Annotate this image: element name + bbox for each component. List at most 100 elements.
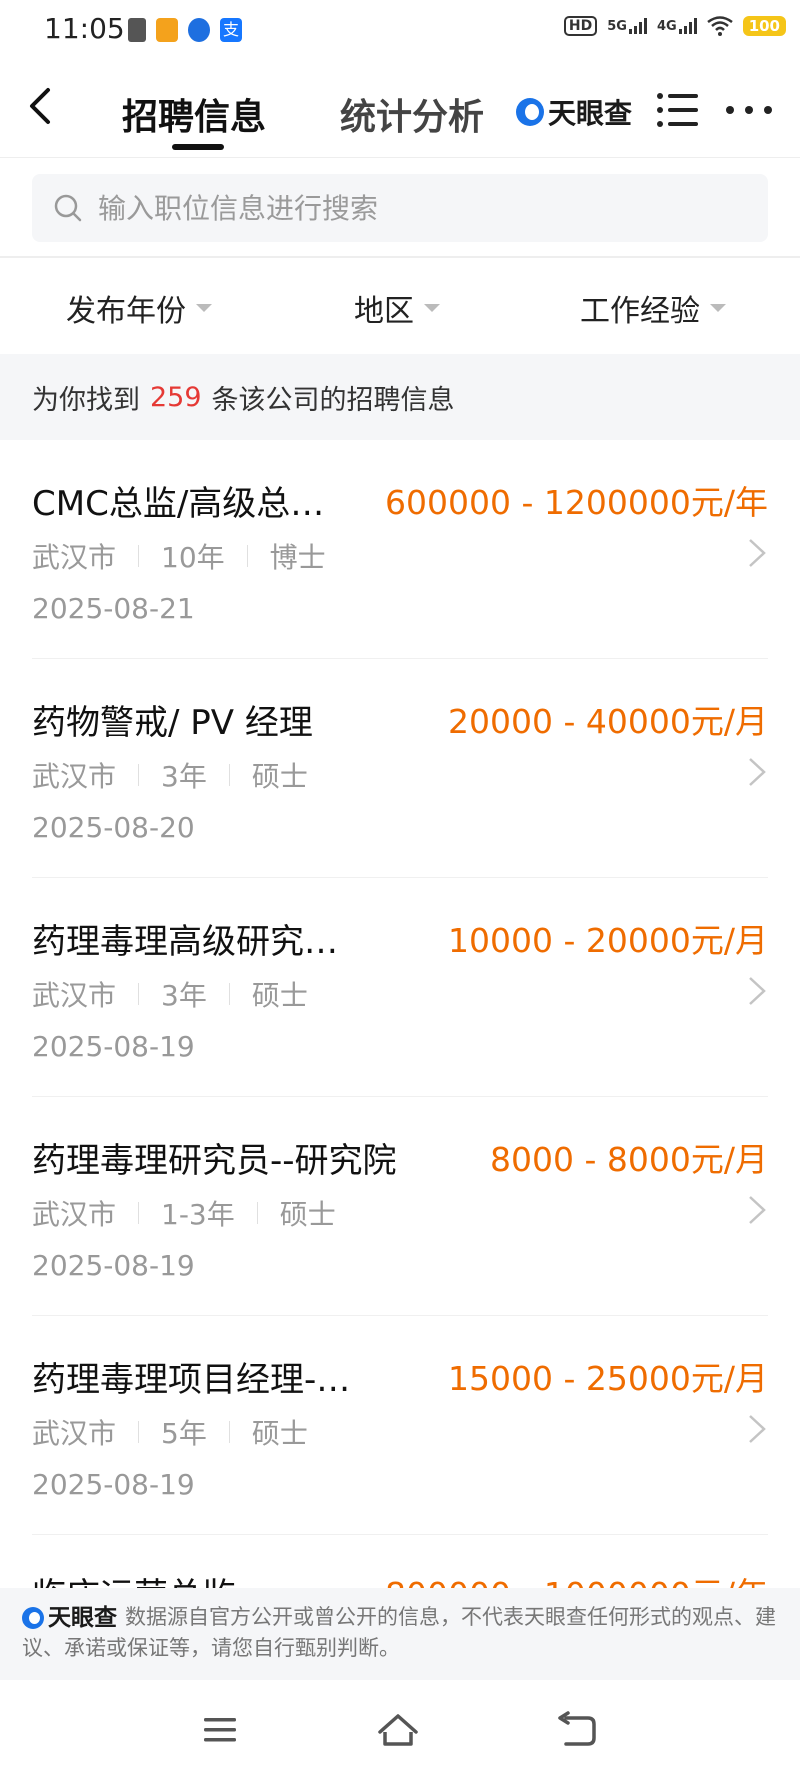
recent-apps-icon[interactable] xyxy=(198,1710,242,1750)
search-icon xyxy=(54,194,82,222)
job-title: 药理毒理研究员--研究院 xyxy=(32,1141,397,1181)
job-salary: 8000 - 8000元/月 xyxy=(490,1140,768,1179)
job-item[interactable]: 药理毒理高级研究员… 10000 - 20000元/月 武汉市 3年 硕士 20… xyxy=(32,878,768,1097)
meta-separator xyxy=(228,764,230,786)
dropdown-triangle-icon xyxy=(196,304,212,312)
dropdown-triangle-icon xyxy=(424,304,440,312)
chevron-right-icon xyxy=(749,1415,766,1443)
signal-5g: 5G xyxy=(607,18,647,34)
job-date: 2025-08-20 xyxy=(32,811,195,844)
chevron-right-icon xyxy=(749,539,766,567)
job-city: 武汉市 xyxy=(32,979,117,1012)
count-prefix: 为你找到 xyxy=(32,384,140,416)
network-type-5g: 5G xyxy=(607,19,627,34)
network-type-4g: 4G xyxy=(656,19,677,34)
meta-separator xyxy=(228,983,230,1005)
job-salary: 20000 - 40000元/月 xyxy=(448,702,768,741)
job-date: 2025-08-21 xyxy=(32,592,195,625)
job-degree: 博士 xyxy=(269,541,326,574)
count-number: 259 xyxy=(150,381,202,413)
status-bar: 11:05 支 HD 5G 4G 100 xyxy=(0,0,800,62)
job-meta: 武汉市 3年 硕士 xyxy=(32,755,308,795)
active-tab-indicator xyxy=(172,144,224,150)
job-city: 武汉市 xyxy=(32,1417,117,1450)
job-meta: 武汉市 5年 硕士 xyxy=(32,1412,308,1452)
meta-separator xyxy=(138,1421,140,1443)
search-bar[interactable] xyxy=(32,174,768,242)
job-salary: 15000 - 25000元/月 xyxy=(448,1359,768,1398)
back-arrow-icon[interactable] xyxy=(26,86,56,126)
job-salary: 10000 - 20000元/月 xyxy=(448,921,768,960)
meta-separator xyxy=(138,1202,140,1224)
disclaimer-text-block: 天眼查 数据源自官方公开或曾公开的信息，不代表天眼查任何形式的观点、建议、承诺或… xyxy=(22,1602,778,1663)
search-input[interactable] xyxy=(98,191,698,225)
filter-region[interactable]: 地区 xyxy=(354,286,440,330)
job-city: 武汉市 xyxy=(32,541,117,574)
dropdown-triangle-icon xyxy=(710,304,726,312)
signal-bars-icon xyxy=(628,18,647,34)
job-meta: 武汉市 3年 硕士 xyxy=(32,974,308,1014)
disclaimer-brand: 天眼查 xyxy=(22,1603,117,1633)
filter-publish-year[interactable]: 发布年份 xyxy=(66,286,212,330)
job-item[interactable]: CMC总监/高级总… 600000 - 1200000元/年 武汉市 10年 博… xyxy=(32,440,768,659)
signal-4g: 4G xyxy=(657,18,697,34)
job-item[interactable]: 药物警戒/ PV 经理 20000 - 40000元/月 武汉市 3年 硕士 2… xyxy=(32,659,768,878)
signal-bars-icon xyxy=(678,18,697,34)
job-title: CMC总监/高级总… xyxy=(32,484,325,524)
home-icon[interactable] xyxy=(376,1710,420,1750)
job-experience: 10年 xyxy=(161,541,225,574)
filter-label: 工作经验 xyxy=(580,294,700,329)
disclaimer-brand-name: 天眼查 xyxy=(48,1605,117,1631)
job-meta: 武汉市 1-3年 硕士 xyxy=(32,1193,336,1233)
battery-indicator: 100 xyxy=(742,16,786,36)
chevron-right-icon xyxy=(749,758,766,786)
result-count: 为你找到 259 条该公司的招聘信息 xyxy=(0,354,800,440)
job-item[interactable]: 药理毒理研究员--研究院 8000 - 8000元/月 武汉市 1-3年 硕士 … xyxy=(32,1097,768,1316)
job-meta: 武汉市 10年 博士 xyxy=(32,536,326,576)
notification-icons: 支 xyxy=(128,18,242,42)
job-degree: 硕士 xyxy=(279,1198,336,1231)
job-date: 2025-08-19 xyxy=(32,1468,195,1501)
tab-statistics[interactable]: 统计分析 xyxy=(340,88,484,140)
tianyancha-logo-icon xyxy=(516,98,544,126)
alipay-icon: 支 xyxy=(220,18,242,42)
clipboard-icon xyxy=(128,18,146,42)
job-title: 药物警戒/ PV 经理 xyxy=(32,703,313,743)
filter-work-experience[interactable]: 工作经验 xyxy=(580,286,726,330)
job-title: 药理毒理高级研究员… xyxy=(32,922,352,962)
job-title: 临床运营总监 xyxy=(32,1568,236,1590)
job-salary: 800000 - 1000000元/年 xyxy=(385,1568,768,1590)
filter-bar: 发布年份 地区 工作经验 xyxy=(0,258,800,354)
list-menu-icon[interactable] xyxy=(656,90,700,130)
tab-recruitment-info[interactable]: 招聘信息 xyxy=(122,88,266,140)
job-salary: 600000 - 1200000元/年 xyxy=(385,483,768,522)
job-item[interactable]: 药理毒理项目经理--… 15000 - 25000元/月 武汉市 5年 硕士 2… xyxy=(32,1316,768,1535)
brand-name: 天眼查 xyxy=(548,97,633,130)
job-degree: 硕士 xyxy=(251,1417,308,1450)
chevron-right-icon xyxy=(749,1196,766,1224)
disclaimer-text: 数据源自官方公开或曾公开的信息，不代表天眼查任何形式的观点、建议、承诺或保证等，… xyxy=(22,1605,776,1660)
job-degree: 硕士 xyxy=(251,979,308,1012)
video-app-icon xyxy=(156,18,178,42)
filter-label: 发布年份 xyxy=(66,294,186,329)
status-right-icons: HD 5G 4G 100 xyxy=(563,16,786,36)
job-city: 武汉市 xyxy=(32,1198,117,1231)
meta-separator xyxy=(228,1421,230,1443)
chevron-right-icon xyxy=(749,977,766,1005)
job-item-partial[interactable]: 临床运营总监 800000 - 1000000元/年 xyxy=(32,1560,768,1590)
job-degree: 硕士 xyxy=(251,760,308,793)
more-options-icon[interactable] xyxy=(726,90,772,130)
meta-separator xyxy=(246,545,248,567)
job-date: 2025-08-19 xyxy=(32,1030,195,1063)
disclaimer-banner: 天眼查 数据源自官方公开或曾公开的信息，不代表天眼查任何形式的观点、建议、承诺或… xyxy=(0,1588,800,1680)
job-title: 药理毒理项目经理--… xyxy=(32,1360,352,1400)
job-list: CMC总监/高级总… 600000 - 1200000元/年 武汉市 10年 博… xyxy=(0,440,800,1535)
back-nav-icon[interactable] xyxy=(556,1710,600,1750)
job-city: 武汉市 xyxy=(32,760,117,793)
tianyancha-brand: 天眼查 xyxy=(516,92,632,132)
tianyancha-logo-icon xyxy=(22,1607,44,1629)
job-experience: 3年 xyxy=(161,979,207,1012)
hd-badge: HD xyxy=(563,16,598,36)
filter-label: 地区 xyxy=(354,294,414,329)
meta-separator xyxy=(138,545,140,567)
